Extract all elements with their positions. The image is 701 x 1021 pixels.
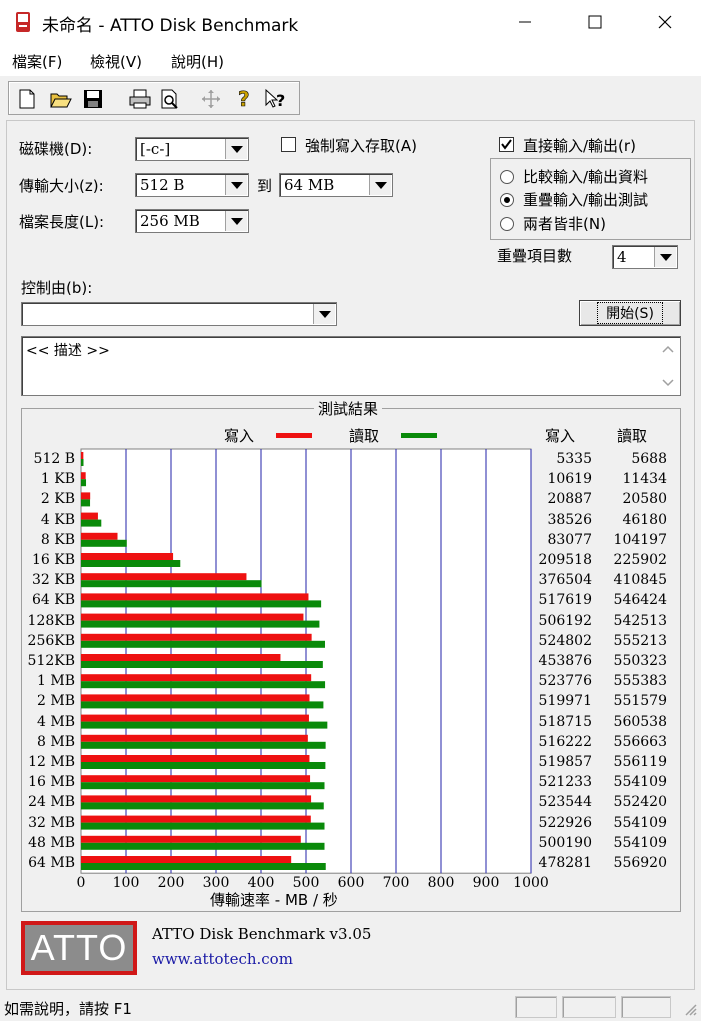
help-icon[interactable]: ? xyxy=(231,86,257,112)
new-icon[interactable] xyxy=(14,86,40,112)
main-panel: 磁碟機(D): [-c-] 傳輸大小(z): 512 B 到 64 MB 檔案長… xyxy=(6,120,695,990)
status-bar: 如需說明，請按 F1 xyxy=(0,993,701,1021)
atto-logo: ATTO xyxy=(21,921,137,975)
controlled-by-label: 控制由(b): xyxy=(21,279,93,297)
scroll-up-icon[interactable] xyxy=(662,345,674,353)
close-button[interactable] xyxy=(633,0,697,44)
maximize-button[interactable] xyxy=(563,0,627,44)
start-button[interactable]: 開始(S) xyxy=(579,300,681,326)
chevron-down-icon[interactable] xyxy=(225,139,247,159)
toolbar: ? ? xyxy=(0,78,701,118)
force-write-label: 強制寫入存取(A) xyxy=(305,137,417,155)
queue-depth-label: 重疊項目數 xyxy=(497,247,573,265)
to-label: 到 xyxy=(257,177,273,195)
direct-io-label: 直接輸入/輸出(r) xyxy=(523,137,636,155)
minimize-button[interactable] xyxy=(493,0,557,44)
window-title: 未命名 - ATTO Disk Benchmark xyxy=(42,16,299,36)
x-axis-label: 傳輸速率 - MB / 秒 xyxy=(210,891,338,909)
product-name: ATTO Disk Benchmark v3.05 xyxy=(152,925,372,943)
status-text: 如需說明，請按 F1 xyxy=(4,1000,132,1018)
results-group: 測試結果 寫入 讀取 寫入 讀取 512 B1 KB 2 KB 4 KB 8 KB 16… xyxy=(21,398,681,912)
chevron-down-icon[interactable] xyxy=(369,175,391,195)
chevron-down-icon[interactable] xyxy=(225,175,247,195)
x-tick-label: 700 xyxy=(382,875,410,892)
x-tick-label: 0 xyxy=(76,875,86,892)
transfer-size-label: 傳輸大小(z): xyxy=(19,177,104,195)
force-write-checkbox[interactable] xyxy=(281,137,296,152)
menu-file[interactable]: 檔案(F) xyxy=(12,51,62,72)
menu-help[interactable]: 說明(H) xyxy=(171,51,224,72)
radio-neither[interactable] xyxy=(500,217,514,231)
queue-depth-value: 4 xyxy=(617,248,627,266)
radio-neither-label: 兩者皆非(N) xyxy=(523,215,606,233)
svg-text:?: ? xyxy=(238,88,250,110)
x-tick-label: 900 xyxy=(472,875,500,892)
radio-compare-label: 比較輸入/輸出資料 xyxy=(523,168,649,186)
drive-select[interactable]: [-c-] xyxy=(135,137,249,161)
app-icon xyxy=(14,11,32,33)
x-tick-label: 100 xyxy=(112,875,140,892)
chevron-down-icon[interactable] xyxy=(225,211,247,231)
move-icon[interactable] xyxy=(198,86,224,112)
status-pane-3 xyxy=(621,996,671,1018)
resize-grip-icon[interactable] xyxy=(683,1002,697,1016)
x-tick-label: 800 xyxy=(427,875,455,892)
x-tick-label: 200 xyxy=(157,875,185,892)
context-help-icon[interactable]: ? xyxy=(263,86,289,112)
status-pane-2 xyxy=(562,996,616,1018)
print-icon[interactable] xyxy=(127,86,153,112)
chevron-down-icon[interactable] xyxy=(654,247,676,267)
transfer-to-value: 64 MB xyxy=(284,176,335,194)
title-bar: 未命名 - ATTO Disk Benchmark xyxy=(0,0,701,44)
print-preview-icon[interactable] xyxy=(157,86,183,112)
menu-bar: 檔案(F) 檢視(V) 說明(H) xyxy=(0,44,701,76)
open-icon[interactable] xyxy=(48,86,74,112)
radio-overlap-label: 重疊輸入/輸出測試 xyxy=(523,191,649,209)
radio-overlap[interactable] xyxy=(500,193,514,207)
scroll-down-icon[interactable] xyxy=(662,379,674,387)
io-mode-group: 比較輸入/輸出資料 重疊輸入/輸出測試 兩者皆非(N) xyxy=(490,158,691,240)
x-tick-label: 1000 xyxy=(513,875,549,892)
transfer-from-select[interactable]: 512 B xyxy=(135,173,249,197)
file-length-label: 檔案長度(L): xyxy=(19,213,105,231)
save-icon[interactable] xyxy=(80,86,106,112)
transfer-to-select[interactable]: 64 MB xyxy=(279,173,393,197)
menu-view[interactable]: 檢視(V) xyxy=(90,51,142,72)
chevron-down-icon[interactable] xyxy=(313,304,335,324)
toolbar-strip: ? ? xyxy=(8,81,300,115)
file-length-select[interactable]: 256 MB xyxy=(135,209,249,233)
description-textarea[interactable]: << 描述 >> xyxy=(21,336,681,396)
checkmark-icon xyxy=(501,139,512,150)
drive-label: 磁碟機(D): xyxy=(19,140,93,158)
logo-text: ATTO xyxy=(30,927,128,968)
queue-depth-select[interactable]: 4 xyxy=(612,245,678,269)
start-button-label: 開始(S) xyxy=(597,302,663,324)
status-pane-1 xyxy=(515,996,557,1018)
file-length-value: 256 MB xyxy=(140,212,200,230)
radio-compare[interactable] xyxy=(500,170,514,184)
x-axis-ticks: 0 100 200 300 400 500 600 700 800 900 1000 xyxy=(22,409,680,911)
controlled-by-select[interactable] xyxy=(21,302,337,326)
website-link[interactable]: www.attotech.com xyxy=(152,950,293,968)
drive-value: [-c-] xyxy=(140,140,171,158)
description-text: << 描述 >> xyxy=(26,343,110,359)
transfer-from-value: 512 B xyxy=(140,176,185,194)
svg-text:?: ? xyxy=(276,91,285,110)
direct-io-checkbox[interactable] xyxy=(499,137,514,152)
